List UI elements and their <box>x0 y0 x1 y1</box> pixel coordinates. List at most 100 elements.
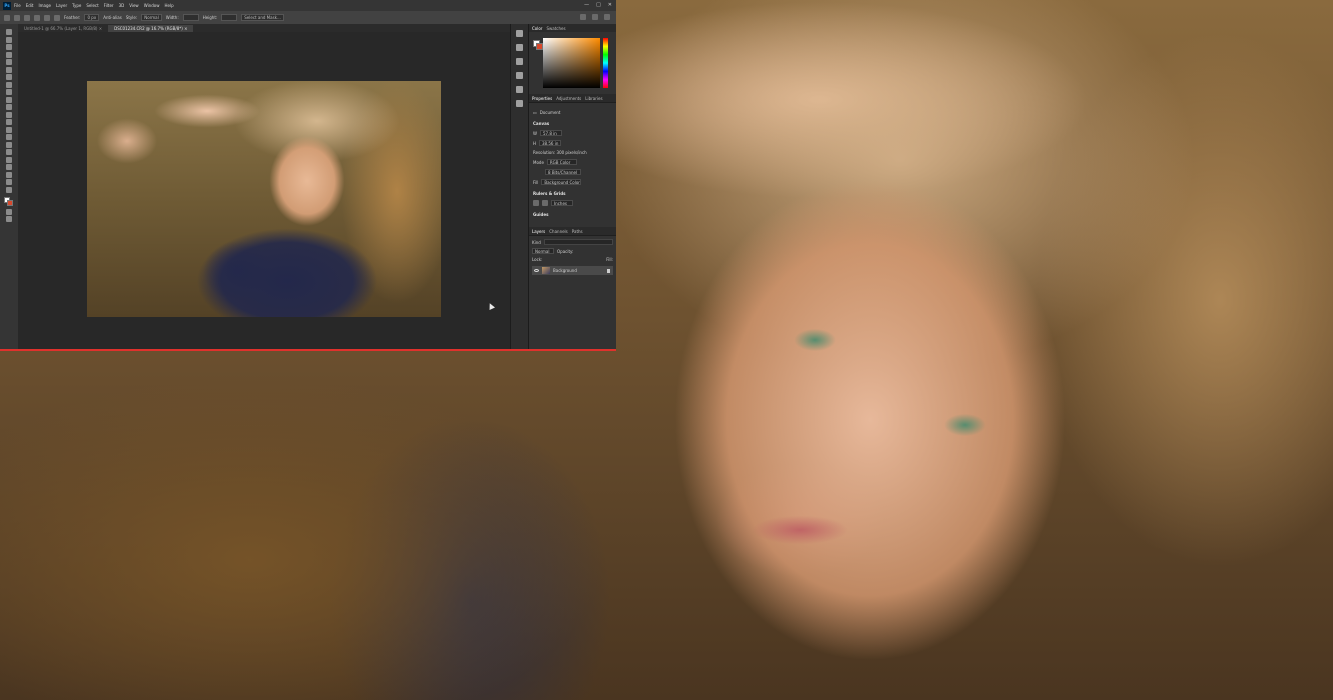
lock-row: Lock: Fill: <box>532 257 613 262</box>
tab-active-document[interactable]: DSC01234.CR2 @ 16.7% (RGB/8*) × <box>108 25 194 32</box>
tab-layers[interactable]: Layers <box>532 229 545 234</box>
select-and-mask-button[interactable]: Select and Mask... <box>241 14 284 21</box>
eyedropper-tool-icon[interactable] <box>6 74 12 80</box>
brush-tool-icon[interactable] <box>6 89 12 95</box>
new-selection-icon[interactable] <box>24 14 30 21</box>
marquee-tool-icon[interactable] <box>6 36 12 43</box>
ruler-unit-select[interactable]: Inches <box>551 200 573 206</box>
search-icon[interactable] <box>580 14 586 20</box>
paragraph-icon[interactable] <box>516 72 523 79</box>
crop-tool-icon[interactable] <box>6 59 12 65</box>
history-brush-tool-icon[interactable] <box>6 104 12 110</box>
quick-mask-icon[interactable] <box>6 208 12 215</box>
character-icon[interactable] <box>516 58 523 65</box>
workspace-icon[interactable] <box>592 14 598 20</box>
width-input[interactable] <box>182 14 199 21</box>
menu-3d[interactable]: 3D <box>119 3 125 8</box>
document-tabs: Untitled-1 @ 66.7% (Layer 1, RGB/8) × DS… <box>18 24 510 32</box>
menu-filter[interactable]: Filter <box>104 3 114 8</box>
menu-edit[interactable]: Edit <box>26 3 34 8</box>
color-swatches[interactable] <box>4 197 14 207</box>
photoshop-window[interactable]: Ps File Edit Image Layer Type Select Fil… <box>0 0 616 351</box>
maximize-button[interactable]: □ <box>596 2 601 8</box>
height-input[interactable] <box>221 14 238 21</box>
tool-presets-icon[interactable] <box>516 86 523 93</box>
feather-label: Feather: <box>64 15 81 20</box>
rectangle-tool-icon[interactable] <box>6 164 12 170</box>
visibility-eye-icon[interactable] <box>534 269 539 272</box>
eraser-tool-icon[interactable] <box>6 111 12 118</box>
menu-view[interactable]: View <box>129 3 139 8</box>
menu-select[interactable]: Select <box>86 3 98 8</box>
tab-properties[interactable]: Properties <box>532 96 552 101</box>
menu-file[interactable]: File <box>14 3 21 8</box>
mode-select[interactable]: RGB Color <box>546 159 577 165</box>
move-tool-icon[interactable] <box>6 29 12 35</box>
home-icon[interactable] <box>4 14 10 21</box>
tab-color[interactable]: Color <box>532 26 542 31</box>
height-prop-input[interactable]: 38.56 in <box>539 140 562 146</box>
actions-play-icon[interactable] <box>516 100 523 107</box>
menu-help[interactable]: Help <box>164 3 173 8</box>
fill-label: Fill <box>533 179 539 185</box>
frame-tool-icon[interactable] <box>6 66 12 73</box>
tab-paths[interactable]: Paths <box>572 229 583 234</box>
tab-channels[interactable]: Channels <box>549 229 568 234</box>
screen-mode-icon[interactable] <box>6 216 12 222</box>
fill-row: Fill Background Color <box>533 179 612 185</box>
close-button[interactable]: ✕ <box>608 2 612 8</box>
lasso-tool-icon[interactable] <box>6 44 12 50</box>
subtract-selection-icon[interactable] <box>44 14 50 21</box>
marquee-tool-icon[interactable] <box>14 14 20 21</box>
depth-select[interactable]: 8 Bits/Channel <box>545 169 581 175</box>
canvas-image[interactable] <box>87 81 441 317</box>
height-row: H 38.56 in <box>533 140 612 146</box>
quick-select-tool-icon[interactable] <box>6 51 12 58</box>
brush-settings-icon[interactable] <box>516 44 523 51</box>
background-color-swatch[interactable] <box>7 200 13 206</box>
width-prop-input[interactable]: 57.8 in <box>539 130 562 136</box>
share-icon[interactable] <box>604 14 610 20</box>
color-panel-background-swatch[interactable] <box>536 43 543 50</box>
tab-libraries[interactable]: Libraries <box>585 96 602 101</box>
pen-tool-icon[interactable] <box>6 141 12 148</box>
antialias-checkbox[interactable]: Anti-alias <box>103 15 122 20</box>
tab-adjustments[interactable]: Adjustments <box>556 96 581 101</box>
kind-label[interactable]: Kind <box>532 240 541 245</box>
blur-tool-icon[interactable] <box>6 126 12 133</box>
history-icon[interactable] <box>516 30 523 37</box>
path-select-tool-icon[interactable] <box>6 156 12 163</box>
canvas-workarea[interactable] <box>18 32 510 349</box>
hand-tool-icon[interactable] <box>6 171 12 178</box>
menu-layer[interactable]: Layer <box>56 3 67 8</box>
add-selection-icon[interactable] <box>34 14 40 21</box>
feather-input[interactable]: 0 px <box>84 14 100 21</box>
dodge-tool-icon[interactable] <box>6 134 12 140</box>
minimize-button[interactable]: — <box>584 2 589 8</box>
menu-image[interactable]: Image <box>38 3 51 8</box>
ruler-icon[interactable] <box>533 200 539 206</box>
width-label: Width: <box>165 15 179 20</box>
layer-name: Background <box>553 268 577 273</box>
tab-swatches[interactable]: Swatches <box>546 26 565 31</box>
grid-icon[interactable] <box>542 200 548 206</box>
tab-untitled-1[interactable]: Untitled-1 @ 66.7% (Layer 1, RGB/8) × <box>18 25 109 32</box>
fill-select[interactable]: Background Color <box>541 179 582 185</box>
type-tool-icon[interactable] <box>6 149 12 155</box>
gradient-tool-icon[interactable] <box>6 119 12 125</box>
color-picker-field[interactable] <box>543 38 600 88</box>
menu-type[interactable]: Type <box>72 3 81 8</box>
menu-window[interactable]: Window <box>144 3 160 8</box>
lock-label: Lock: <box>532 257 543 262</box>
style-select[interactable]: Normal <box>141 14 162 21</box>
intersect-selection-icon[interactable] <box>54 14 60 21</box>
zoom-tool-icon[interactable] <box>6 179 12 185</box>
healing-brush-tool-icon[interactable] <box>6 81 12 88</box>
clone-stamp-tool-icon[interactable] <box>6 96 12 103</box>
more-tools-icon[interactable] <box>6 186 12 193</box>
style-label: Style: <box>125 15 138 20</box>
blend-mode-select[interactable]: Normal <box>532 248 554 254</box>
layer-filter-input[interactable] <box>543 239 613 245</box>
layer-background-row[interactable]: Background <box>532 266 613 275</box>
hue-slider[interactable] <box>603 38 608 88</box>
